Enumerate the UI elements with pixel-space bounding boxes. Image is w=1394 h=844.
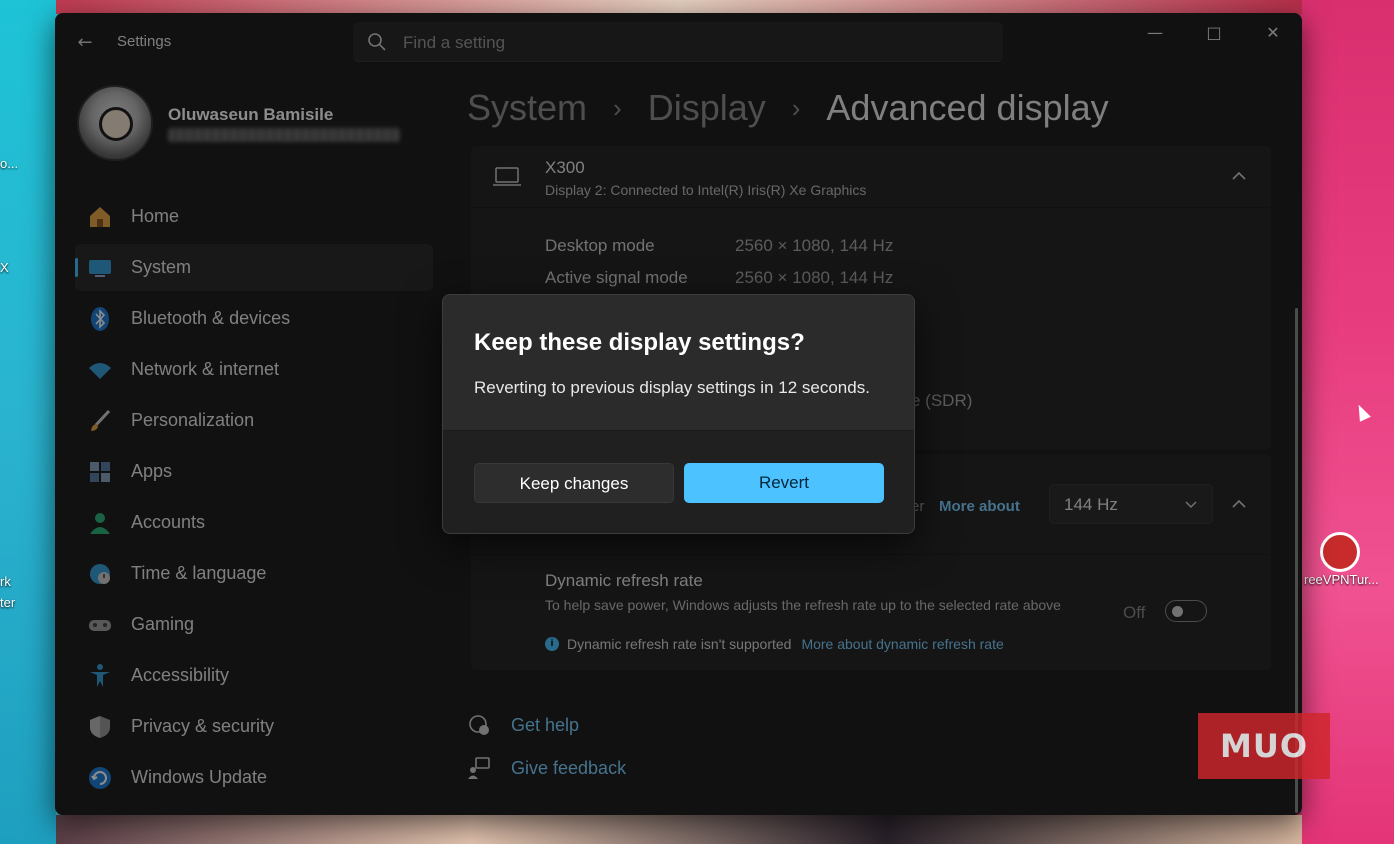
keep-settings-dialog: Keep these display settings? Reverting t… xyxy=(442,294,915,534)
desktop-icon-label[interactable]: o... xyxy=(0,156,18,171)
dialog-title: Keep these display settings? xyxy=(474,329,805,356)
desktop-wallpaper-left xyxy=(0,0,56,844)
muo-watermark: MUO xyxy=(1198,713,1330,779)
dialog-footer: Keep changes Revert xyxy=(443,430,914,533)
revert-button[interactable]: Revert xyxy=(684,463,884,503)
desktop-icon-label[interactable]: reeVPNTur... xyxy=(1304,572,1379,587)
desktop-icon-label[interactable]: X xyxy=(0,260,9,275)
desktop-wallpaper-bottom xyxy=(56,815,1302,844)
desktop-wallpaper-top xyxy=(56,0,1302,14)
keep-changes-button[interactable]: Keep changes xyxy=(474,463,674,503)
dialog-message: Reverting to previous display settings i… xyxy=(474,378,870,397)
vpn-shortcut-icon[interactable] xyxy=(1320,532,1360,572)
desktop-icon-label[interactable]: rk xyxy=(0,574,11,589)
desktop-icon-label[interactable]: ter xyxy=(0,595,15,610)
